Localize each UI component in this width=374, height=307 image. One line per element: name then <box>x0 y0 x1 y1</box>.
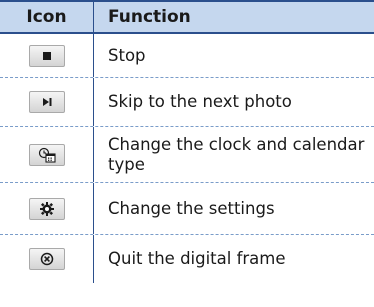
icon-cell <box>0 78 94 126</box>
icon-cell <box>0 34 94 77</box>
quit-close-icon <box>28 248 65 270</box>
settings-gear-icon <box>28 197 65 220</box>
function-text: Stop <box>108 45 146 65</box>
table-row: Change the settings <box>0 183 374 235</box>
icon-cell <box>0 235 94 283</box>
function-text: Change the settings <box>108 198 275 218</box>
function-table: Icon Function Stop Skip to the next phot… <box>0 0 374 283</box>
header-function-label: Function <box>108 7 191 27</box>
function-text: Skip to the next photo <box>108 92 292 111</box>
table-row: Skip to the next photo <box>0 78 374 127</box>
function-text: Change the clock and calendar type <box>108 134 365 174</box>
icon-cell <box>0 127 94 182</box>
function-text: Quit the digital frame <box>108 249 286 268</box>
clock-calendar-icon <box>28 143 65 166</box>
table-header: Icon Function <box>0 0 374 34</box>
table-row: Change the clock and calendar type <box>0 127 374 183</box>
header-icon-label: Icon <box>0 2 94 32</box>
table-row: Stop <box>0 34 374 78</box>
icon-cell <box>0 183 94 234</box>
table-row: Quit the digital frame <box>0 235 374 283</box>
stop-icon <box>28 44 65 67</box>
skip-next-icon <box>28 91 65 113</box>
